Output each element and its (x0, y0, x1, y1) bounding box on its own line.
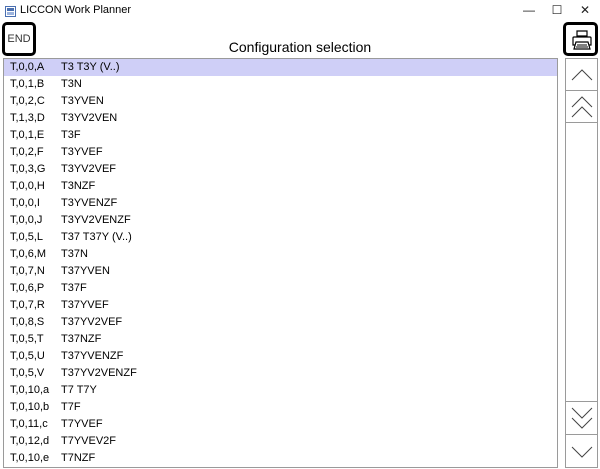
list-item[interactable]: T,0,5,T T37NZF (4, 331, 557, 348)
chevron-up-icon (571, 69, 593, 81)
list-item[interactable]: T,0,2,F T3YVEF (4, 144, 557, 161)
page-up-button[interactable] (566, 59, 597, 91)
printer-icon (572, 30, 592, 50)
config-code: T,0,10,e (10, 452, 50, 464)
config-code: T,0,0,H (10, 180, 45, 192)
minimize-button[interactable]: — (515, 0, 543, 20)
config-code: T,0,7,N (10, 265, 45, 277)
app-icon (5, 4, 16, 17)
config-code: T,0,5,U (10, 350, 45, 362)
config-code: T,0,0,I (10, 197, 40, 209)
config-description: T3YV2VENZF (61, 214, 131, 226)
config-code: T,0,5,L (10, 231, 44, 243)
list-item[interactable]: T,0,7,N T37YVEN (4, 263, 557, 280)
config-description: T3F (61, 129, 81, 141)
list-item[interactable]: T,0,2,C T3YVEN (4, 93, 557, 110)
list-item[interactable]: T,0,1,B T3N (4, 76, 557, 93)
list-item[interactable]: T,0,0,J T3YV2VENZF (4, 212, 557, 229)
config-code: T,0,0,A (10, 61, 45, 73)
config-code: T,0,5,T (10, 333, 44, 345)
config-code: T,0,2,C (10, 95, 45, 107)
config-description: T37YVEN (61, 265, 110, 277)
config-description: T7YVEV2F (61, 435, 117, 447)
list-item[interactable]: T,0,5,L T37 T37Y (V..) (4, 229, 557, 246)
chevron-down-icon (571, 446, 593, 458)
config-description: T7F (61, 401, 81, 413)
list-item[interactable]: T,0,6,M T37N (4, 246, 557, 263)
config-code: T,0,5,V (10, 367, 45, 379)
list-item[interactable]: T,0,3,G T3YV2VEF (4, 161, 557, 178)
config-code: T,0,8,S (10, 316, 45, 328)
page-up-fast-button[interactable] (566, 91, 597, 123)
config-description: T37YVENZF (61, 350, 124, 362)
list-item[interactable]: T,0,8,S T37YV2VEF (4, 314, 557, 331)
config-description: T3YV2VEN (61, 112, 118, 124)
configuration-list[interactable]: T,0,0,A T3 T3Y (V..) T,0,1,B T3N T,0,2,C T3YV… (3, 58, 558, 468)
config-code: T,0,11,c (10, 418, 48, 430)
config-code: T,0,10,a (10, 384, 50, 396)
config-code: T,1,3,D (10, 112, 45, 124)
config-description: T3NZF (61, 180, 96, 192)
window-title: LICCON Work Planner (20, 4, 132, 16)
config-description: T37YVEF (61, 299, 109, 311)
close-button[interactable]: ✕ (571, 0, 599, 20)
config-code: T,0,2,F (10, 146, 44, 158)
config-description: T37YV2VENZF (61, 367, 137, 379)
config-description: T3YVEN (61, 95, 104, 107)
config-description: T7YVEF (61, 418, 103, 430)
config-code: T,0,1,B (10, 78, 45, 90)
config-description: T3YV2VEF (61, 163, 117, 175)
config-description: T37 T37Y (V..) (61, 231, 132, 243)
print-button[interactable] (563, 22, 598, 56)
double-chevron-up-icon (571, 96, 593, 118)
double-chevron-down-icon (571, 407, 593, 429)
config-code: T,0,0,J (10, 214, 43, 226)
config-description: T3YVENZF (61, 197, 118, 209)
page-down-fast-button[interactable] (566, 401, 597, 433)
config-code: T,0,12,d (10, 435, 50, 447)
title-bar: LICCON Work Planner — ☐ ✕ (0, 0, 600, 20)
list-item[interactable]: T,0,5,V T37YV2VENZF (4, 365, 557, 382)
config-description: T37YV2VEF (61, 316, 123, 328)
config-description: T7NZF (61, 452, 96, 464)
config-description: T3YVEF (61, 146, 103, 158)
list-item[interactable]: T,0,0,I T3YVENZF (4, 195, 557, 212)
maximize-button[interactable]: ☐ (543, 0, 571, 20)
config-code: T,0,10,b (10, 401, 50, 413)
list-item[interactable]: T,0,12,d T7YVEV2F (4, 433, 557, 450)
list-item[interactable]: T,0,0,H T3NZF (4, 178, 557, 195)
page-down-button[interactable] (566, 434, 597, 466)
list-item[interactable]: T,1,3,D T3YV2VEN (4, 110, 557, 127)
config-description: T37F (61, 282, 87, 294)
config-code: T,0,6,M (10, 248, 47, 260)
list-item[interactable]: T,0,10,e T7NZF (4, 450, 557, 467)
config-description: T37NZF (61, 333, 102, 345)
config-description: T37N (61, 248, 88, 260)
list-item[interactable]: T,0,5,U T37YVENZF (4, 348, 557, 365)
list-item[interactable]: T,0,10,a T7 T7Y (4, 382, 557, 399)
list-item[interactable]: T,0,6,P T37F (4, 280, 557, 297)
config-description: T3 T3Y (V..) (61, 61, 120, 73)
list-item[interactable]: T,0,10,b T7F (4, 399, 557, 416)
page-title: Configuration selection (228, 39, 372, 55)
scroll-controls (565, 58, 598, 468)
config-code: T,0,1,E (10, 129, 45, 141)
list-item[interactable]: T,0,0,A T3 T3Y (V..) (4, 59, 557, 76)
config-code: T,0,7,R (10, 299, 45, 311)
config-code: T,0,6,P (10, 282, 45, 294)
list-item[interactable]: T,0,1,E T3F (4, 127, 557, 144)
config-code: T,0,3,G (10, 163, 46, 175)
list-item[interactable]: T,0,11,c T7YVEF (4, 416, 557, 433)
list-item[interactable]: T,0,7,R T37YVEF (4, 297, 557, 314)
config-description: T3N (61, 78, 82, 90)
config-description: T7 T7Y (61, 384, 97, 396)
